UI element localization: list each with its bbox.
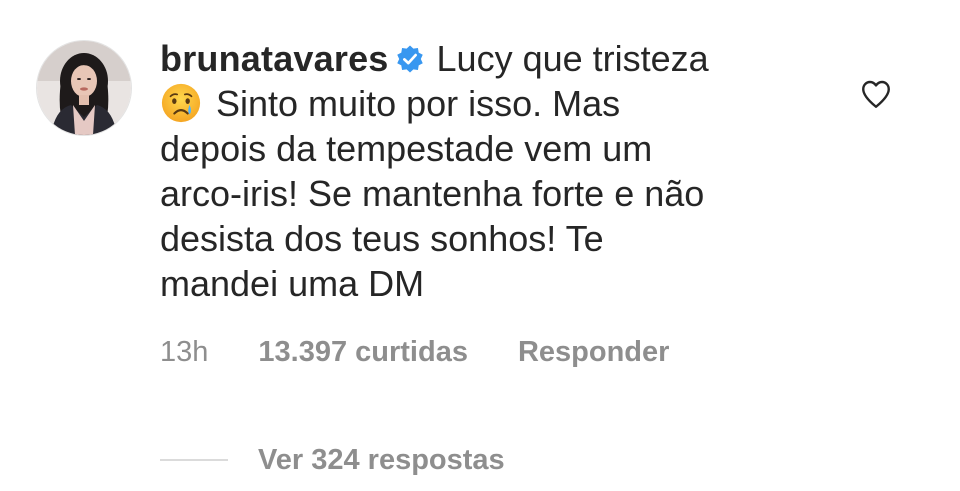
avatar[interactable] [36,40,132,136]
heart-outline-icon[interactable] [858,76,894,112]
crying-face-emoji-icon [161,83,201,123]
verified-badge-icon [396,45,423,73]
view-replies-button[interactable]: Ver 324 respostas [160,440,505,480]
username-link[interactable]: brunatavares [160,38,389,79]
comment-meta: 13h 13.397 curtidas Responder [160,332,669,372]
comment-text: brunatavares Lucy que tristeza Sinto muit… [160,36,800,306]
avatar-photo [37,41,131,135]
comment-line-2: Sinto muito por isso. Mas [216,83,621,124]
comment-time: 13h [160,335,209,368]
reply-button[interactable]: Responder [518,336,669,369]
comment-line-4: arco-iris! Se mantenha forte e não [160,173,705,214]
comment-line-6: mandei uma DM [160,263,425,304]
likes-count[interactable]: 13.397 curtidas [258,336,468,369]
comment-first-line: Lucy que tristeza [436,38,709,79]
view-replies-label: Ver 324 respostas [258,443,505,476]
comment-line-5: desista dos teus sonhos! Te [160,218,604,259]
comment: brunatavares Lucy que tristeza Sinto muit… [0,0,960,491]
replies-divider [160,459,228,461]
comment-line-3: depois da tempestade vem um [160,128,653,169]
